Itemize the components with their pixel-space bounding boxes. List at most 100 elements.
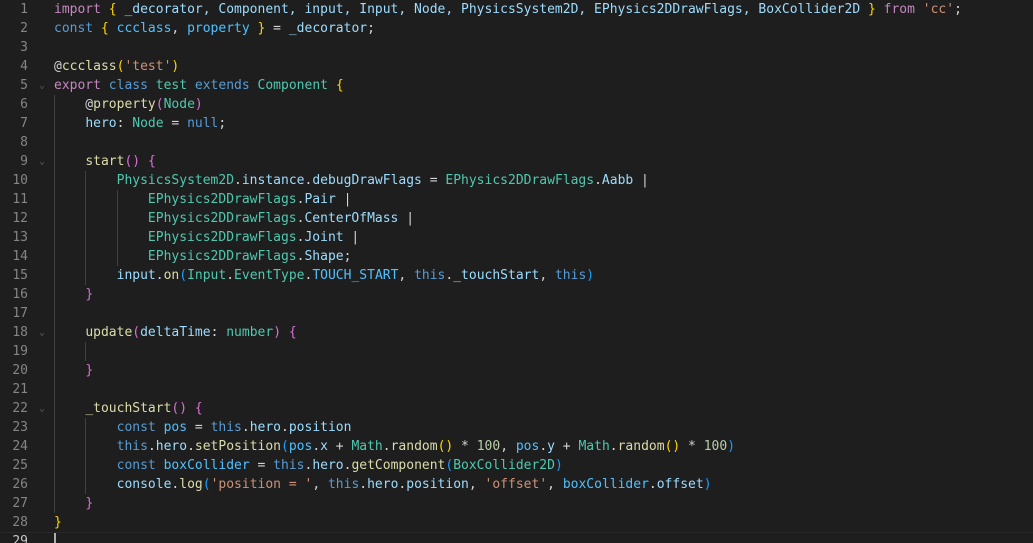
- code-token: Aabb: [601, 173, 634, 188]
- code-token: Shape: [304, 249, 344, 264]
- code-editor[interactable]: 1 import { _decorator, Component, input, …: [0, 0, 1033, 543]
- code-token: *: [680, 439, 704, 454]
- code-line[interactable]: 15 input.on(Input.EventType.TOUCH_START,…: [0, 266, 1033, 285]
- code-line[interactable]: 28}: [0, 513, 1033, 532]
- code-token: }: [54, 515, 62, 530]
- code-line[interactable]: 27 }: [0, 494, 1033, 513]
- code-line[interactable]: 17: [0, 304, 1033, 323]
- code-line[interactable]: 14 EPhysics2DDrawFlags.Shape;: [0, 247, 1033, 266]
- code-token: ccclass: [61, 59, 117, 74]
- code-token: EPhysics2DDrawFlags: [147, 192, 297, 207]
- code-line[interactable]: 26 console.log('position = ', this.hero.…: [0, 475, 1033, 494]
- line-number: 28: [12, 515, 28, 530]
- line-code: }: [54, 494, 93, 513]
- line-number: 25: [12, 458, 28, 473]
- code-token: random: [617, 439, 665, 454]
- line-number: 26: [12, 477, 28, 492]
- code-token: ,: [547, 477, 563, 492]
- line-number: 16: [12, 287, 28, 302]
- code-line[interactable]: 2 const { ccclass, property } = _decorato…: [0, 19, 1033, 38]
- code-token: .: [155, 268, 164, 283]
- code-token: (): [171, 401, 188, 416]
- line-code: EPhysics2DDrawFlags.Joint |: [54, 228, 359, 247]
- line-code: const { ccclass, property } = _decorator…: [54, 19, 375, 38]
- code-token: y: [547, 439, 555, 454]
- fold-chevron-icon[interactable]: ⌄: [36, 323, 48, 342]
- code-line[interactable]: 13 EPhysics2DDrawFlags.Joint |: [0, 228, 1033, 247]
- code-token: ccclass: [116, 21, 172, 36]
- line-code: const boxCollider = this.hero.getCompone…: [54, 456, 563, 475]
- line-code: import { _decorator, Component, input, I…: [54, 0, 962, 19]
- code-token: Node: [132, 116, 164, 131]
- code-line[interactable]: 22 ⌄ _touchStart() {: [0, 399, 1033, 418]
- code-token: (: [281, 439, 289, 454]
- code-line[interactable]: 18 ⌄ update(deltaTime: number) {: [0, 323, 1033, 342]
- code-token: export: [54, 78, 101, 93]
- code-line[interactable]: 21: [0, 380, 1033, 399]
- code-line[interactable]: 7 hero: Node = null;: [0, 114, 1033, 133]
- line-code: this.hero.setPosition(pos.x + Math.rando…: [54, 437, 735, 456]
- code-token: .: [539, 439, 548, 454]
- text-caret: [54, 533, 56, 543]
- code-line[interactable]: 6 @property(Node): [0, 95, 1033, 114]
- code-token: {: [194, 401, 203, 416]
- code-token: 100: [703, 439, 728, 454]
- code-token: from: [883, 2, 915, 17]
- code-token: this: [414, 268, 446, 283]
- line-code: update(deltaTime: number) {: [54, 323, 296, 342]
- code-line[interactable]: 29: [0, 532, 1033, 543]
- fold-chevron-icon[interactable]: ⌄: [36, 76, 48, 95]
- code-line[interactable]: 24 this.hero.setPosition(pos.x + Math.ra…: [0, 437, 1033, 456]
- code-line[interactable]: 23 const pos = this.hero.position: [0, 418, 1033, 437]
- code-line[interactable]: 1 import { _decorator, Component, input, …: [0, 0, 1033, 19]
- line-code: EPhysics2DDrawFlags.Shape;: [54, 247, 352, 266]
- code-line[interactable]: 11 EPhysics2DDrawFlags.Pair |: [0, 190, 1033, 209]
- code-line[interactable]: 25 const boxCollider = this.hero.getComp…: [0, 456, 1033, 475]
- code-line[interactable]: 4 @ccclass('test'): [0, 57, 1033, 76]
- line-code: }: [54, 361, 93, 380]
- code-token: extends: [194, 78, 250, 93]
- code-line[interactable]: 12 EPhysics2DDrawFlags.CenterOfMass |: [0, 209, 1033, 228]
- code-line[interactable]: 16 }: [0, 285, 1033, 304]
- code-line[interactable]: 8: [0, 133, 1033, 152]
- code-token: :: [116, 116, 133, 131]
- line-number: 24: [12, 439, 28, 454]
- code-token: position: [406, 477, 469, 492]
- code-line[interactable]: 3: [0, 38, 1033, 57]
- code-token: start: [85, 154, 125, 169]
- code-token: _decorator, Component, input, Input, Nod…: [116, 2, 868, 17]
- fold-chevron-icon[interactable]: ⌄: [36, 399, 48, 418]
- code-token: Math: [351, 439, 383, 454]
- line-number: 15: [12, 268, 28, 283]
- code-token: {: [147, 154, 156, 169]
- code-line[interactable]: 10 PhysicsSystem2D.instance.debugDrawFla…: [0, 171, 1033, 190]
- line-number: 11: [12, 192, 28, 207]
- code-token: .: [147, 439, 156, 454]
- line-number: 14: [12, 249, 28, 264]
- code-token: }: [85, 496, 94, 511]
- fold-chevron-icon[interactable]: ⌄: [36, 152, 48, 171]
- code-token: pos: [288, 439, 313, 454]
- code-line[interactable]: 9 ⌄ start() {: [0, 152, 1033, 171]
- code-token: .: [648, 477, 657, 492]
- code-token: const: [54, 21, 94, 36]
- code-token: ,: [500, 439, 516, 454]
- code-token: class: [108, 78, 148, 93]
- code-token: @: [54, 59, 62, 74]
- code-line[interactable]: 5 ⌄ export class test extends Component {: [0, 76, 1033, 95]
- code-token: Math: [578, 439, 610, 454]
- code-token: (: [132, 325, 141, 340]
- line-code: hero: Node = null;: [54, 114, 226, 133]
- code-line[interactable]: 20 }: [0, 361, 1033, 380]
- code-token: ): [194, 97, 203, 112]
- code-line[interactable]: 19: [0, 342, 1033, 361]
- code-token: CenterOfMass: [304, 211, 399, 226]
